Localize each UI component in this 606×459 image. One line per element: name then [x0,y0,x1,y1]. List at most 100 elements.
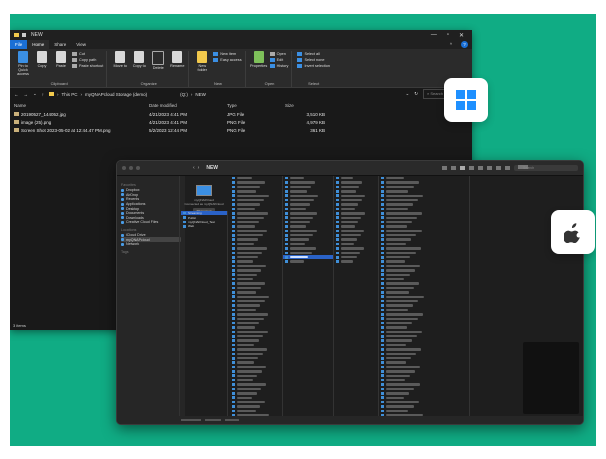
copy-path-button[interactable]: Copy path [72,58,103,62]
column-view-icon[interactable] [460,166,465,170]
share-icon[interactable] [487,166,492,170]
open-button[interactable]: Open [269,52,289,56]
breadcrumb-drive[interactable]: (Q:) [180,92,188,97]
column-date[interactable]: Date modified [149,103,227,108]
folder-icon [381,225,384,228]
minimize-dot[interactable] [129,166,133,170]
blurred-name [341,234,361,237]
blurred-name [386,361,406,364]
close-dot[interactable] [122,166,126,170]
select-none-button[interactable]: Select none [297,58,330,62]
zoom-dot[interactable] [136,166,140,170]
folder-icon [285,233,288,237]
file-row[interactable]: Screen Shot 2023-05-02 at 12:44.47 PM.pn… [14,126,472,134]
delete-button[interactable]: Delete [150,51,166,70]
breadcrumb[interactable]: › This PC › myQNAPcloud Storage (demo) (Q:… [49,92,400,97]
folder-icon [232,370,235,373]
folder-icon [336,194,339,198]
folder-icon [232,295,235,299]
close-button[interactable]: ✕ [459,32,464,39]
edit-button[interactable]: Edit [269,58,289,62]
column-size[interactable]: Size [285,103,325,108]
list-item[interactable] [334,259,378,263]
folder-icon [232,282,235,285]
folder-column-2 [230,176,283,416]
blurred-name [290,256,309,259]
new-item-button[interactable]: New item [213,52,241,56]
tag-icon[interactable] [496,166,501,170]
path-segment[interactable] [224,419,239,422]
blurred-name [386,400,419,404]
history-button[interactable]: History [269,64,288,68]
breadcrumb-folder[interactable]: NEW [195,92,206,97]
sidebar-item-network[interactable]: Network [121,242,181,247]
chevron-down-icon[interactable]: ⌄ [33,91,37,97]
address-dropdown-icon[interactable]: ⌄ [405,91,409,97]
back-arrow-icon[interactable]: ← [14,92,19,97]
gallery-view-icon[interactable] [469,166,474,170]
icon-view-icon[interactable] [442,166,447,170]
new-folder-icon [197,51,208,63]
paste-button[interactable]: Paste [53,51,69,68]
drive-item[interactable]: Web [181,224,227,228]
folder-icon [381,361,384,364]
list-item[interactable] [283,259,333,263]
breadcrumb-this-pc[interactable]: This PC [62,92,78,97]
column-type[interactable]: Type [227,103,285,108]
back-chevron-icon[interactable]: ‹ [193,165,195,171]
forward-arrow-icon[interactable]: → [24,92,29,97]
paste-shortcut-button[interactable]: Paste shortcut [72,64,103,68]
blurred-name [386,335,417,338]
forward-chevron-icon[interactable]: › [198,165,200,171]
select-all-button[interactable]: Select all [297,52,330,56]
blurred-name [237,286,261,290]
invert-selection-button[interactable]: Invert selection [297,64,330,68]
column-name[interactable]: Name [14,103,149,108]
maximize-button[interactable]: ▫ [447,32,449,39]
new-folder-button[interactable]: New folder [194,51,210,72]
pin-quick-access-button[interactable]: Pin to Quick access [15,51,31,76]
tab-file[interactable]: File [10,40,28,49]
list-view-icon[interactable] [451,166,456,170]
copy-button[interactable]: Copy [34,51,50,68]
path-segment[interactable] [204,419,221,422]
easy-access-button[interactable]: Easy access [213,58,242,62]
image-file-icon [14,127,19,132]
folder-icon [285,207,288,211]
tab-view[interactable]: View [71,40,91,49]
up-arrow-icon[interactable]: ↑ [42,92,44,97]
path-segment[interactable] [181,419,201,422]
tab-home[interactable]: Home [27,40,50,49]
blurred-name [237,194,269,197]
group-icon[interactable] [478,166,483,170]
chevron-up-icon[interactable]: ^ [445,40,457,49]
copy-to-button[interactable]: Copy to [131,51,147,68]
blurred-name [237,370,262,373]
properties-button[interactable]: Properties [250,51,267,68]
minimize-button[interactable]: — [431,32,437,39]
file-row[interactable]: 20190527_144052.jpg 4/21/2023 4:41 PM JP… [14,110,472,118]
sidebar-item-creative-cloud[interactable]: Creative Cloud Files [121,220,181,225]
folder-icon [285,185,288,189]
tab-share[interactable]: Share [49,40,71,49]
quick-access-icon[interactable] [22,33,26,37]
blurred-name [386,177,404,180]
folder-icon [381,176,384,180]
folder-icon [232,374,235,378]
refresh-icon[interactable]: ↻ [414,91,418,97]
column-headers: Name Date modified Type Size [10,100,472,110]
cut-button[interactable]: Cut [72,52,103,56]
help-icon[interactable]: ? [461,41,468,48]
folder-icon [336,212,339,215]
folder-icon [381,374,384,378]
blurred-name [290,190,307,193]
action-icon[interactable] [505,166,510,170]
rename-button[interactable]: Rename [169,51,185,68]
blurred-name [386,242,406,246]
breadcrumb-storage[interactable]: myQNAPcloud Storage (demo) [85,92,147,97]
folder-icon [285,176,288,180]
file-row[interactable]: image (25).png 4/21/2023 4:41 PM PNG Fil… [14,118,472,126]
blurred-name [386,260,406,263]
move-to-button[interactable]: Move to [112,51,128,68]
finder-search-input[interactable]: ⌕ Search [514,165,578,171]
